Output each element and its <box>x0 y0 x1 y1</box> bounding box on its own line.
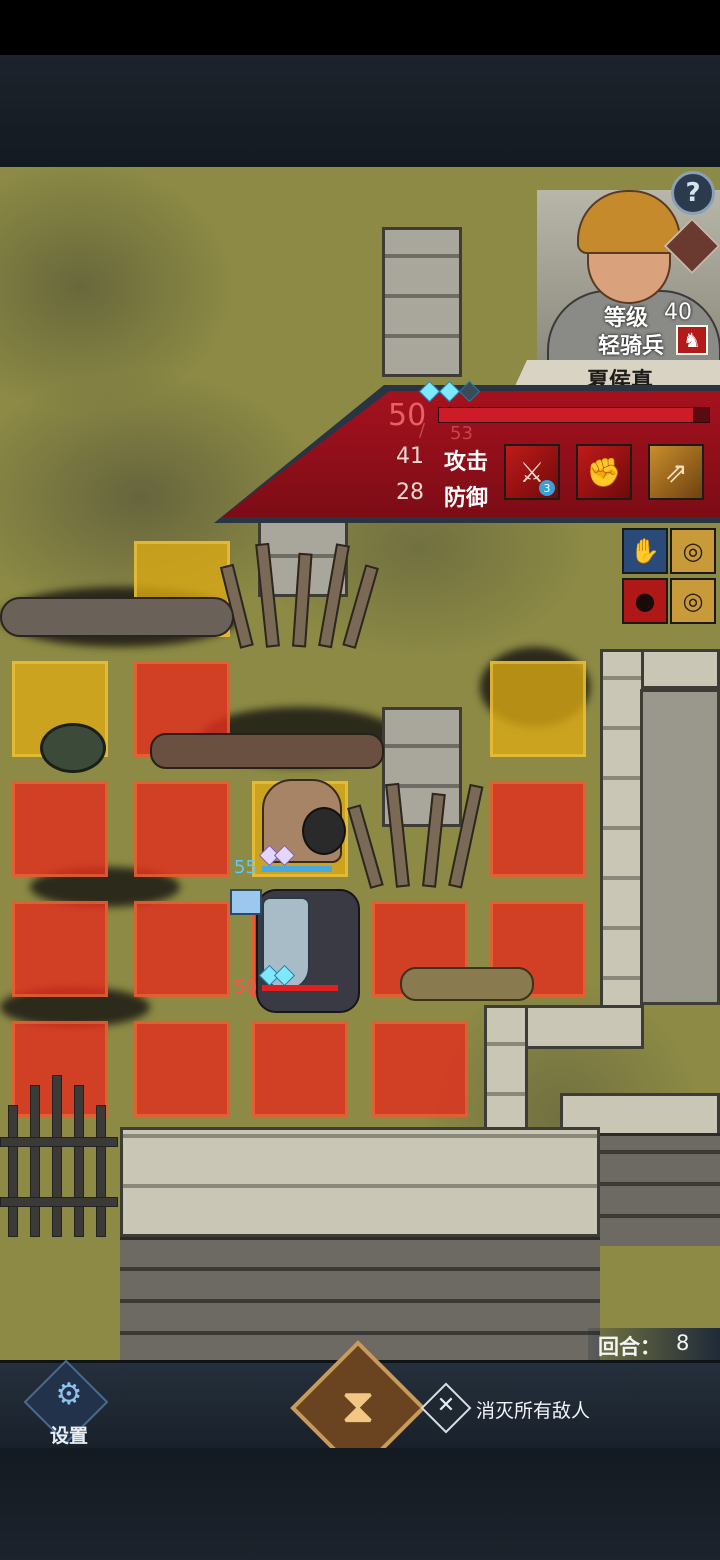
iron-fence <box>0 1067 118 1237</box>
crossed-swords-icon: ✕ <box>436 1393 456 1418</box>
stone-pillar <box>382 227 462 377</box>
castle-floor <box>640 689 720 1005</box>
fallen-soldier <box>0 597 234 637</box>
fallen-shield <box>40 723 106 773</box>
level-value: 40 <box>664 300 692 325</box>
gear-icon: ⚙ <box>55 1377 83 1412</box>
attack-value: 41 <box>396 444 424 469</box>
move-range-tile[interactable] <box>134 781 230 877</box>
objective-text: 消灭所有敌人 <box>476 1400 591 1422</box>
right-wall-face <box>600 1133 720 1246</box>
spike-barricade <box>347 767 490 889</box>
spike-barricade <box>219 527 379 649</box>
bottom-wall-top <box>120 1127 600 1237</box>
blood-drop-icon[interactable]: ● <box>622 578 668 624</box>
target-icon[interactable]: ◎ <box>670 578 716 624</box>
knight-shield <box>302 807 346 855</box>
skill-badge: 3 <box>539 480 555 496</box>
defense-value: 28 <box>396 480 424 505</box>
defense-label: 防御 <box>444 486 489 511</box>
move-range-tile[interactable] <box>490 781 586 877</box>
turn-label: 回合： <box>598 1335 661 1359</box>
hp-max: 53 <box>450 423 473 444</box>
castle-wall <box>484 1005 528 1145</box>
cavalry-hp-bar <box>262 985 338 991</box>
fallen-soldier <box>150 733 384 769</box>
cavalry-hp: 50 <box>234 977 257 998</box>
sword-up-icon[interactable]: ⇗ <box>648 444 704 500</box>
move-range-tile[interactable] <box>372 1021 468 1117</box>
sword-arrow-icon[interactable]: ⚔ 3 <box>504 444 560 500</box>
knight-hp: 55 <box>234 857 257 878</box>
attack-label: 攻击 <box>444 450 489 475</box>
hp-bar <box>438 407 710 423</box>
unit-flag-icon <box>230 889 262 915</box>
attack-range-tile[interactable] <box>490 661 586 757</box>
knight-hp-bar <box>262 866 332 872</box>
horse-charge-icon[interactable]: ✊ <box>576 444 632 500</box>
horse-icon: ♞ <box>676 325 708 355</box>
move-range-tile[interactable] <box>252 1021 348 1117</box>
class-label: 轻骑兵 <box>598 334 665 359</box>
move-range-tile[interactable] <box>134 901 230 997</box>
hp-divider: / <box>419 420 426 441</box>
hourglass-icon: ⧗ <box>341 1378 375 1434</box>
settings-label: 设置 <box>50 1425 89 1447</box>
status-bar <box>0 0 720 55</box>
target-icon[interactable]: ◎ <box>670 528 716 574</box>
enemy-archer[interactable] <box>400 967 534 1001</box>
move-range-tile[interactable] <box>12 901 108 997</box>
top-band <box>0 55 720 167</box>
bottom-band <box>0 1448 720 1560</box>
move-range-tile[interactable] <box>12 781 108 877</box>
turn-value: 8 <box>676 1331 690 1355</box>
arm-buff-icon[interactable]: ✋ <box>622 528 668 574</box>
move-range-tile[interactable] <box>134 1021 230 1117</box>
help-button[interactable]: ? <box>671 171 715 215</box>
castle-wall <box>600 649 644 1029</box>
